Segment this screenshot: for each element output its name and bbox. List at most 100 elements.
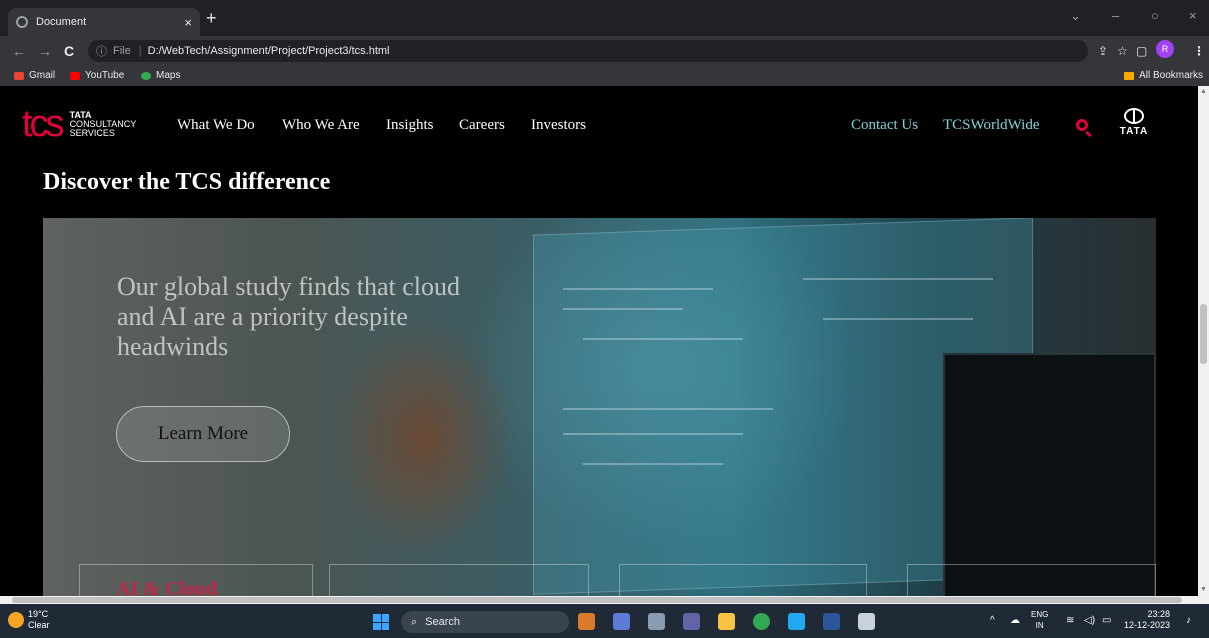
hero-code-line — [563, 408, 773, 410]
all-bookmarks-button[interactable]: All Bookmarks — [1124, 70, 1203, 81]
tab-title: Document — [36, 16, 87, 28]
hero-code-line — [583, 463, 723, 465]
tray-overflow-icon[interactable]: ^ — [990, 615, 995, 626]
bookmark-maps[interactable]: Maps — [141, 70, 180, 81]
share-icon[interactable]: ⇪ — [1098, 44, 1108, 58]
nav-careers[interactable]: Careers — [459, 117, 505, 134]
bookmark-label: YouTube — [85, 70, 125, 81]
bookmark-label: Gmail — [29, 70, 56, 81]
widgets-icon[interactable] — [578, 613, 595, 630]
bookmarks-bar: Gmail YouTube Maps All Bookmarks — [0, 66, 1209, 86]
clock-date: 12-12-2023 — [1124, 620, 1171, 630]
onedrive-icon[interactable]: ☁ — [1010, 615, 1020, 626]
minimize-button[interactable]: – — [1112, 8, 1119, 23]
hero-code-line — [563, 308, 683, 310]
weather-temp: 19°C — [28, 609, 49, 619]
card-title[interactable]: AI & Cloud — [116, 578, 217, 596]
vscode-icon[interactable] — [788, 613, 805, 630]
url-scheme-label: File — [113, 45, 131, 57]
close-window-button[interactable]: × — [1189, 8, 1197, 23]
bookmark-youtube[interactable]: YouTube — [70, 70, 124, 81]
back-button[interactable]: ← — [12, 43, 26, 59]
profile-avatar[interactable]: R — [1156, 40, 1174, 58]
tata-logo[interactable]: TATA — [1117, 108, 1151, 137]
hero-banner: Our global study finds that cloud and AI… — [43, 218, 1156, 596]
new-tab-button[interactable]: + — [206, 8, 217, 28]
hero-code-line — [583, 338, 743, 340]
tcs-logo[interactable]: tcs TATA CONSULTANCY SERVICES — [22, 103, 137, 145]
browser-toolbar: ← → C ⓘ File | D:/WebTech/Assignment/Pro… — [0, 36, 1209, 66]
url-text: D:/WebTech/Assignment/Project/Project3/t… — [147, 45, 390, 57]
wifi-icon[interactable]: ≋ — [1066, 615, 1074, 626]
browser-tab-bar: Document × + ⌄ – ○ × — [0, 0, 1209, 36]
volume-icon[interactable]: ◁) — [1084, 615, 1095, 626]
nav-insights[interactable]: Insights — [386, 117, 434, 134]
globe-icon — [16, 16, 28, 28]
hero-headline: Our global study finds that cloud and AI… — [117, 272, 461, 361]
search-icon: ⌕ — [411, 615, 418, 628]
bookmark-gmail[interactable]: Gmail — [14, 70, 55, 81]
all-bookmarks-label: All Bookmarks — [1139, 70, 1203, 81]
weather-condition: Clear — [28, 620, 50, 630]
chrome-icon[interactable] — [753, 613, 770, 630]
taskbar-search-label: Search — [425, 616, 461, 628]
nav-contact-us[interactable]: Contact Us — [851, 117, 918, 134]
taskbar-search[interactable]: ⌕ Search — [401, 611, 569, 633]
reload-button[interactable]: C — [64, 43, 74, 59]
browser-tab[interactable]: Document × — [8, 8, 200, 36]
weather-widget[interactable]: 19°C Clear — [28, 609, 50, 631]
scroll-up-icon[interactable]: ▲ — [1200, 88, 1207, 95]
maximize-button[interactable]: ○ — [1151, 8, 1159, 23]
horizontal-scrollbar[interactable] — [0, 596, 1209, 604]
nav-tcs-worldwide[interactable]: TCSWorldWide — [943, 117, 1040, 134]
logo-line-services: SERVICES — [69, 127, 115, 138]
weather-sun-icon[interactable] — [8, 612, 24, 628]
tcs-logo-mark: tcs — [22, 103, 65, 145]
site-header: tcs TATA CONSULTANCY SERVICES What We Do… — [0, 86, 1198, 164]
file-explorer-icon[interactable] — [718, 613, 735, 630]
url-separator: | — [138, 45, 142, 57]
screen: Document × + ⌄ – ○ × ← → C ⓘ File | D:/W… — [0, 0, 1209, 638]
windows-taskbar: 19°C Clear ⌕ Search ^ ☁ ENG IN ≋ ◁) ▭ 23… — [0, 604, 1209, 638]
learn-more-button[interactable]: Learn More — [116, 406, 290, 462]
notification-bell-icon[interactable]: ♪ — [1186, 615, 1191, 626]
close-tab-icon[interactable]: × — [184, 15, 192, 30]
bookmark-star-icon[interactable]: ☆ — [1117, 44, 1128, 58]
hero-code-line — [823, 318, 973, 320]
hero-code-line — [563, 288, 713, 290]
system-clock[interactable]: 23:28 12-12-2023 — [1124, 609, 1170, 631]
snipping-tool-icon[interactable] — [858, 613, 875, 630]
tcs-logo-text: TATA CONSULTANCY SERVICES — [69, 110, 137, 138]
bookmark-label: Maps — [156, 70, 181, 81]
copilot-icon[interactable] — [613, 613, 630, 630]
address-bar[interactable]: ⓘ File | D:/WebTech/Assignment/Project/P… — [88, 40, 1088, 62]
tata-emblem-icon — [1124, 108, 1144, 124]
maps-icon — [141, 71, 151, 80]
scroll-thumb[interactable] — [1200, 304, 1207, 364]
info-icon[interactable]: ⓘ — [96, 43, 107, 59]
search-icon[interactable] — [1076, 119, 1088, 131]
nav-who-we-are[interactable]: Who We Are — [282, 117, 360, 134]
forward-button[interactable]: → — [38, 43, 52, 59]
lang-code: ENG — [1031, 610, 1049, 619]
scroll-down-icon[interactable]: ▼ — [1200, 586, 1207, 593]
teams-icon[interactable] — [683, 613, 700, 630]
task-view-icon[interactable] — [648, 613, 665, 630]
side-panel-icon[interactable]: ▢ — [1136, 44, 1147, 58]
tab-search-icon[interactable]: ⌄ — [1070, 8, 1081, 24]
youtube-icon — [70, 71, 80, 80]
card-frame — [907, 564, 1156, 596]
nav-what-we-do[interactable]: What We Do — [177, 117, 255, 134]
gmail-icon — [14, 71, 24, 80]
nav-investors[interactable]: Investors — [531, 117, 586, 134]
vertical-scrollbar[interactable]: ▲ ▼ — [1198, 86, 1209, 596]
hero-code-line — [563, 433, 743, 435]
word-icon[interactable] — [823, 613, 840, 630]
start-icon[interactable] — [373, 614, 389, 630]
card-frame — [329, 564, 589, 596]
menu-icon[interactable]: ⋮ — [1193, 44, 1205, 58]
scroll-thumb[interactable] — [12, 597, 1182, 603]
language-indicator[interactable]: ENG IN — [1031, 609, 1048, 631]
page-viewport: tcs TATA CONSULTANCY SERVICES What We Do… — [0, 86, 1198, 596]
battery-icon[interactable]: ▭ — [1102, 615, 1111, 626]
